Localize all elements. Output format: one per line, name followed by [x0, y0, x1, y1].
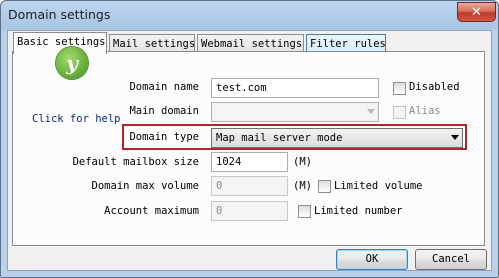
default-mailbox-size-input[interactable]: 1024	[211, 152, 288, 172]
domain-max-volume-label: Domain max volume	[91, 180, 199, 192]
domain-type-select[interactable]: Map mail server mode	[211, 128, 463, 148]
chevron-down-icon	[367, 109, 375, 114]
alias-checkbox	[393, 106, 406, 119]
account-maximum-label: Account maximum	[104, 205, 199, 217]
limited-volume-checkbox[interactable]	[318, 180, 331, 193]
tab-label: Filter rules	[310, 38, 386, 50]
limited-volume-checkbox-label: Limited volume	[334, 180, 423, 192]
domain-max-volume-input: 0	[211, 176, 288, 196]
tab-label: Webmail settings	[201, 38, 303, 50]
domain-name-label: Domain name	[129, 81, 199, 93]
cancel-button[interactable]: Cancel	[415, 249, 487, 270]
domain-type-label: Domain type	[129, 131, 199, 143]
limited-number-checkbox[interactable]	[298, 205, 311, 218]
help-link[interactable]: Click for help	[32, 113, 121, 125]
main-domain-select	[211, 102, 379, 122]
default-mailbox-size-unit: (M)	[293, 156, 312, 168]
disabled-checkbox[interactable]	[393, 82, 406, 95]
mail-server-logo-icon: y	[56, 47, 88, 79]
limited-number-checkbox-label: Limited number	[314, 205, 403, 217]
main-domain-label: Main domain	[129, 105, 199, 117]
domain-settings-window: Domain settings ✕ Basic settings Mail se…	[0, 0, 499, 278]
default-mailbox-size-label: Default mailbox size	[72, 156, 199, 168]
disabled-checkbox-label: Disabled	[409, 81, 460, 93]
close-icon: ✕	[471, 4, 482, 20]
domain-type-value: Map mail server mode	[216, 132, 343, 144]
account-maximum-input: 0	[211, 201, 288, 221]
tab-label: Basic settings	[17, 36, 106, 48]
domain-name-input[interactable]: test.com	[211, 78, 379, 98]
ok-button[interactable]: OK	[336, 249, 408, 270]
domain-max-volume-unit: (M)	[293, 180, 312, 192]
logo-glyph: y	[66, 51, 78, 75]
alias-checkbox-label: Alias	[409, 105, 441, 117]
chevron-down-icon	[451, 135, 459, 140]
title-bar[interactable]: Domain settings ✕	[1, 1, 498, 29]
tab-label: Mail settings	[113, 38, 196, 50]
close-button[interactable]: ✕	[457, 2, 496, 22]
window-title: Domain settings	[8, 7, 111, 22]
